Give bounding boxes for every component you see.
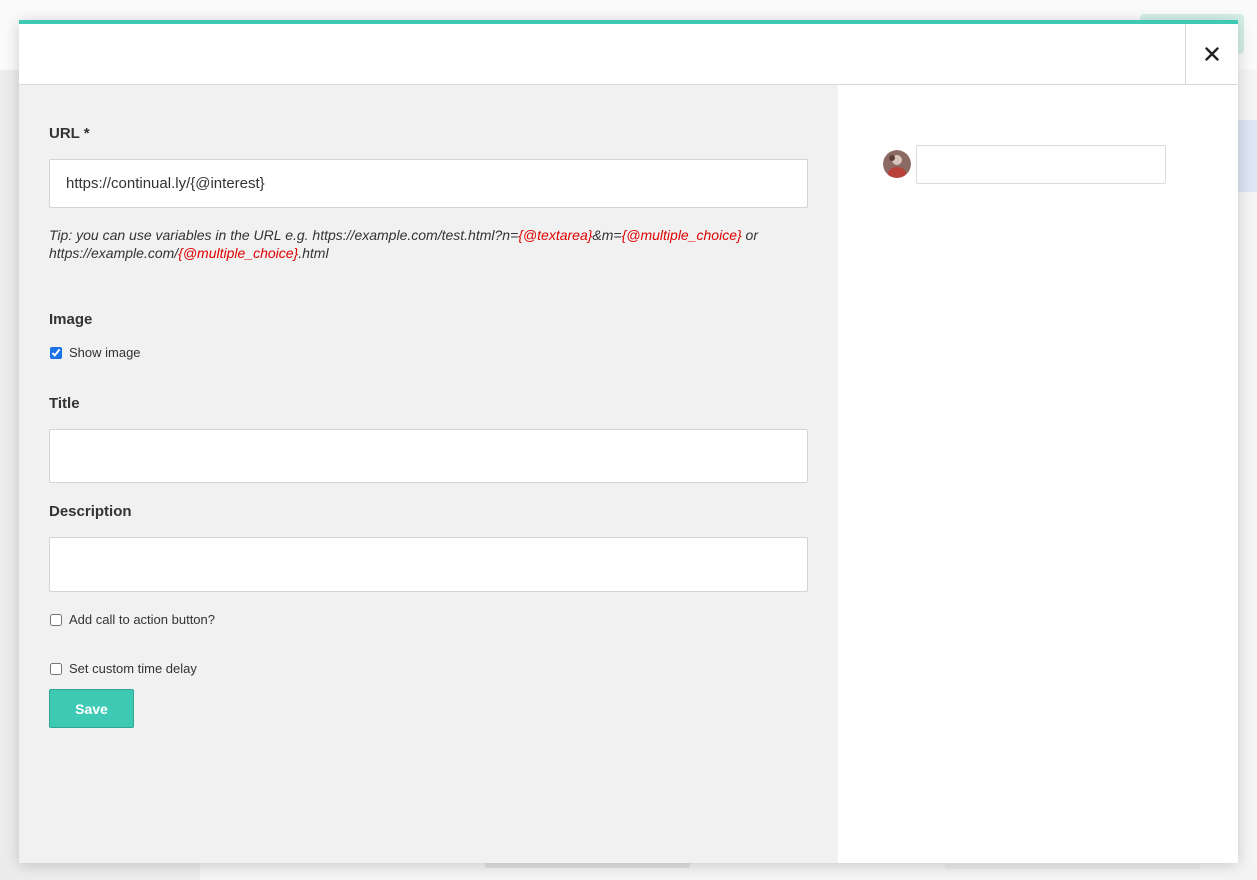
description-label: Description: [49, 503, 132, 520]
time-delay-checkbox[interactable]: [50, 662, 62, 675]
close-button[interactable]: [1185, 24, 1238, 84]
tip-variable-multiple-choice: {@multiple_choice}: [621, 227, 742, 243]
show-image-label: Show image: [69, 345, 141, 360]
url-label: URL *: [49, 125, 90, 142]
time-delay-label: Set custom time delay: [69, 661, 197, 676]
tip-suffix: .html: [298, 245, 329, 261]
modal-header: [19, 24, 1238, 85]
show-image-checkbox[interactable]: [50, 346, 62, 359]
link-settings-modal: URL * Tip: you can use variables in the …: [19, 20, 1238, 863]
cta-row[interactable]: Add call to action button?: [49, 612, 215, 627]
tip-variable-multiple-choice-2: {@multiple_choice}: [178, 245, 299, 261]
title-label: Title: [49, 395, 80, 412]
title-input[interactable]: [49, 429, 808, 483]
background-panel: [1238, 120, 1257, 192]
description-input[interactable]: [49, 537, 808, 592]
preview-message-bubble: [916, 145, 1166, 184]
cta-checkbox[interactable]: [50, 613, 62, 626]
url-input[interactable]: [49, 159, 808, 208]
url-tip: Tip: you can use variables in the URL e.…: [49, 226, 809, 262]
tip-prefix: Tip: you can use variables in the URL e.…: [49, 227, 519, 243]
form-pane: URL * Tip: you can use variables in the …: [19, 85, 838, 863]
user-avatar: [883, 150, 911, 178]
preview-pane: [838, 85, 1238, 863]
image-label: Image: [49, 311, 93, 328]
save-button[interactable]: Save: [49, 689, 134, 728]
background-text: [945, 864, 1200, 869]
close-icon: [1205, 47, 1219, 61]
time-delay-row[interactable]: Set custom time delay: [49, 661, 197, 676]
cta-label: Add call to action button?: [69, 612, 215, 627]
tip-mid-1: &m=: [592, 227, 622, 243]
tip-variable-textarea: {@textarea}: [518, 227, 593, 243]
show-image-row[interactable]: Show image: [49, 345, 141, 360]
